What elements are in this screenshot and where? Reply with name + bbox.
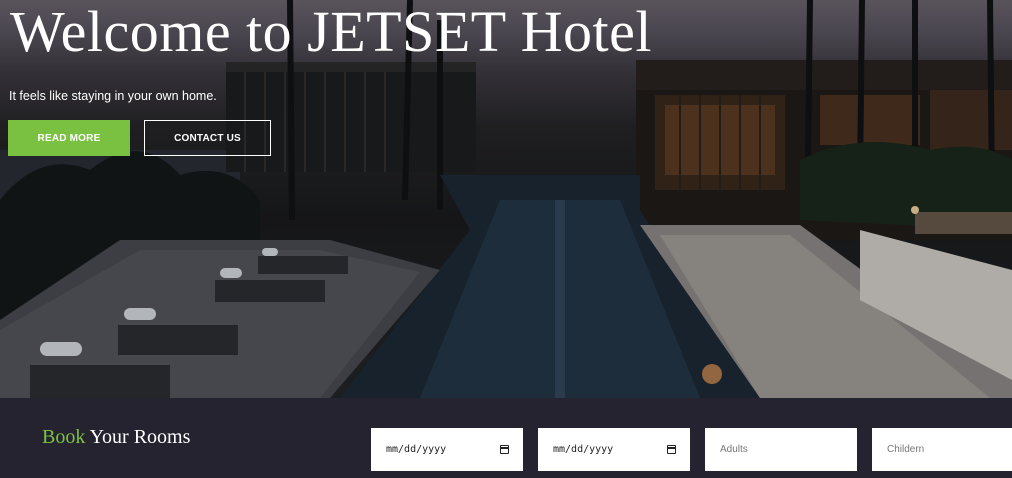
checkout-date-value: mm/dd/yyyy: [553, 444, 614, 455]
adults-field[interactable]: [705, 428, 857, 471]
hero-subtitle: It feels like staying in your own home.: [9, 89, 217, 103]
read-more-button[interactable]: READ MORE: [8, 120, 130, 156]
booking-title: Book Your Rooms: [42, 426, 190, 449]
children-input[interactable]: [887, 444, 1009, 455]
calendar-icon[interactable]: [667, 445, 676, 454]
calendar-icon[interactable]: [500, 445, 509, 454]
booking-bar: Book Your Rooms mm/dd/yyyy mm/dd/yyyy: [0, 398, 1012, 478]
children-field[interactable]: [872, 428, 1012, 471]
checkout-date-field[interactable]: mm/dd/yyyy: [538, 428, 690, 471]
checkin-date-value: mm/dd/yyyy: [386, 444, 447, 455]
booking-title-accent: Book: [42, 426, 86, 448]
hero-title: Welcome to JETSET Hotel: [10, 0, 653, 64]
adults-input[interactable]: [720, 444, 842, 455]
booking-title-rest: Your Rooms: [85, 426, 191, 448]
hero-section: Welcome to JETSET Hotel It feels like st…: [0, 0, 1012, 398]
contact-us-button[interactable]: CONTACT US: [144, 120, 271, 156]
checkin-date-field[interactable]: mm/dd/yyyy: [371, 428, 523, 471]
